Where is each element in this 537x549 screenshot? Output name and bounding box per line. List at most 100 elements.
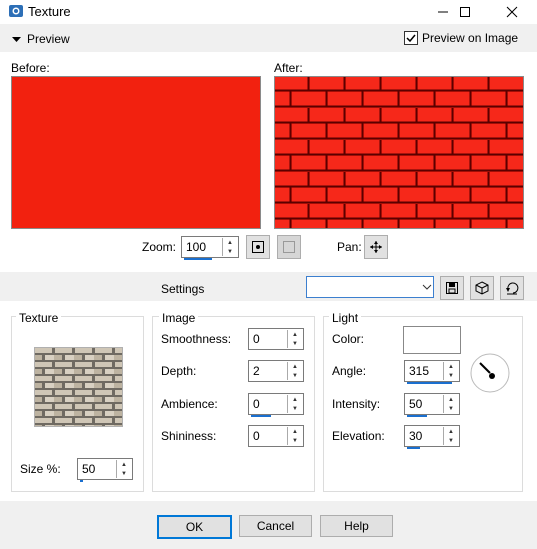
chevron-down-icon[interactable] bbox=[422, 278, 432, 296]
close-button[interactable] bbox=[492, 0, 532, 24]
spinner-arrows[interactable]: ▲ ▼ bbox=[287, 362, 302, 380]
spinner-arrows[interactable]: ▲ ▼ bbox=[222, 238, 237, 256]
spinner-arrows[interactable]: ▲ ▼ bbox=[443, 362, 458, 380]
spin-down-icon[interactable]: ▼ bbox=[288, 371, 302, 380]
reset-button[interactable] bbox=[500, 276, 524, 300]
smoothness-spinner[interactable]: 0 ▲ ▼ bbox=[248, 328, 304, 350]
ambience-slider-bar[interactable] bbox=[251, 415, 271, 417]
size-label: Size %: bbox=[20, 462, 61, 476]
cancel-button[interactable]: Cancel bbox=[239, 515, 312, 537]
spin-down-icon[interactable]: ▼ bbox=[288, 404, 302, 413]
pan-button[interactable] bbox=[364, 235, 388, 259]
spinner-arrows[interactable]: ▲ ▼ bbox=[287, 395, 302, 413]
elevation-label: Elevation: bbox=[332, 429, 385, 443]
spinner-arrows[interactable]: ▲ ▼ bbox=[443, 427, 458, 445]
spin-down-icon[interactable]: ▼ bbox=[444, 436, 458, 445]
light-color-swatch[interactable] bbox=[403, 326, 461, 354]
cancel-label: Cancel bbox=[256, 519, 295, 533]
spinner-arrows[interactable]: ▲ ▼ bbox=[287, 427, 302, 445]
spin-down-icon[interactable]: ▼ bbox=[444, 404, 458, 413]
size-spinner[interactable]: 50 ▲ ▼ bbox=[77, 458, 133, 482]
zoom-actual-icon bbox=[283, 241, 295, 253]
intensity-slider-bar[interactable] bbox=[407, 415, 427, 417]
zoom-fit-button[interactable] bbox=[246, 235, 270, 259]
spin-down-icon[interactable]: ▼ bbox=[444, 371, 458, 380]
smoothness-label: Smoothness: bbox=[161, 332, 232, 346]
texture-swatch[interactable] bbox=[34, 347, 123, 427]
shininess-spinner[interactable]: 0 ▲ ▼ bbox=[248, 425, 304, 447]
move-icon bbox=[370, 241, 382, 253]
before-preview bbox=[11, 76, 261, 229]
settings-dropdown[interactable] bbox=[306, 276, 434, 298]
shininess-value: 0 bbox=[253, 429, 260, 443]
window-title: Texture bbox=[28, 4, 71, 19]
preview-label: Preview bbox=[27, 32, 70, 46]
spin-down-icon[interactable]: ▼ bbox=[288, 436, 302, 445]
maximize-button[interactable] bbox=[445, 0, 485, 24]
size-value: 50 bbox=[82, 462, 96, 476]
ok-button[interactable]: OK bbox=[157, 515, 232, 539]
help-button[interactable]: Help bbox=[320, 515, 393, 537]
spinner-arrows[interactable]: ▲ ▼ bbox=[116, 460, 131, 478]
title-bar: Texture bbox=[0, 0, 537, 24]
color-label: Color: bbox=[332, 332, 365, 346]
zoom-actual-button[interactable] bbox=[277, 235, 301, 259]
smoothness-value: 0 bbox=[253, 332, 260, 346]
spin-up-icon[interactable]: ▲ bbox=[117, 460, 131, 469]
angle-spinner[interactable]: 315 ▲ ▼ bbox=[404, 360, 460, 384]
help-label: Help bbox=[344, 519, 369, 533]
zoom-spinner[interactable]: 100 ▲ ▼ bbox=[181, 236, 239, 260]
image-group-title: Image bbox=[159, 311, 199, 325]
spin-up-icon[interactable]: ▲ bbox=[444, 427, 458, 436]
angle-dial[interactable] bbox=[469, 352, 511, 394]
depth-label: Depth: bbox=[161, 364, 197, 378]
intensity-value: 50 bbox=[409, 397, 423, 411]
maximize-icon bbox=[460, 7, 470, 17]
spin-down-icon[interactable]: ▼ bbox=[288, 339, 302, 348]
angle-slider-bar[interactable] bbox=[407, 382, 452, 384]
settings-label: Settings bbox=[161, 282, 205, 296]
ambience-value: 0 bbox=[253, 397, 260, 411]
preview-on-image-label: Preview on Image bbox=[422, 31, 519, 45]
spinner-arrows[interactable]: ▲ ▼ bbox=[443, 395, 458, 413]
intensity-label: Intensity: bbox=[332, 397, 381, 411]
light-group-title: Light bbox=[329, 311, 362, 325]
spin-up-icon[interactable]: ▲ bbox=[288, 395, 302, 404]
ambience-spinner[interactable]: 0 ▲ ▼ bbox=[248, 393, 304, 417]
spin-up-icon[interactable]: ▲ bbox=[444, 395, 458, 404]
spin-up-icon[interactable]: ▲ bbox=[223, 238, 237, 247]
zoom-slider-bar[interactable] bbox=[184, 258, 212, 260]
pan-label: Pan: bbox=[337, 240, 362, 254]
spin-up-icon[interactable]: ▲ bbox=[288, 362, 302, 371]
texture-group-title: Texture bbox=[16, 311, 62, 325]
after-label: After: bbox=[274, 61, 303, 75]
spin-up-icon[interactable]: ▲ bbox=[288, 330, 302, 339]
dice-icon bbox=[475, 281, 489, 295]
elevation-spinner[interactable]: 30 ▲ ▼ bbox=[404, 425, 460, 449]
spin-up-icon[interactable]: ▲ bbox=[444, 362, 458, 371]
randomize-button[interactable] bbox=[470, 276, 494, 300]
preview-on-image-checkbox[interactable]: Preview on Image bbox=[404, 31, 518, 45]
zoom-label: Zoom: bbox=[142, 240, 177, 254]
reset-icon bbox=[506, 282, 519, 295]
app-icon bbox=[9, 5, 23, 17]
collapse-arrow-icon bbox=[12, 36, 21, 42]
preview-toggle[interactable]: Preview bbox=[12, 32, 70, 46]
before-label: Before: bbox=[11, 61, 50, 75]
checkbox-box[interactable] bbox=[404, 31, 418, 45]
size-slider-bar[interactable] bbox=[80, 480, 83, 482]
angle-value: 315 bbox=[409, 364, 430, 378]
depth-spinner[interactable]: 2 ▲ ▼ bbox=[248, 360, 304, 382]
after-preview bbox=[274, 76, 524, 229]
spin-down-icon[interactable]: ▼ bbox=[117, 469, 131, 478]
elevation-slider-bar[interactable] bbox=[407, 447, 420, 449]
spinner-arrows[interactable]: ▲ ▼ bbox=[287, 330, 302, 348]
close-icon bbox=[506, 6, 518, 18]
save-preset-button[interactable] bbox=[440, 276, 464, 300]
spin-down-icon[interactable]: ▼ bbox=[223, 247, 237, 256]
angle-label: Angle: bbox=[332, 364, 367, 378]
spin-up-icon[interactable]: ▲ bbox=[288, 427, 302, 436]
save-icon bbox=[446, 282, 458, 294]
intensity-spinner[interactable]: 50 ▲ ▼ bbox=[404, 393, 460, 417]
ambience-label: Ambience: bbox=[161, 397, 218, 411]
